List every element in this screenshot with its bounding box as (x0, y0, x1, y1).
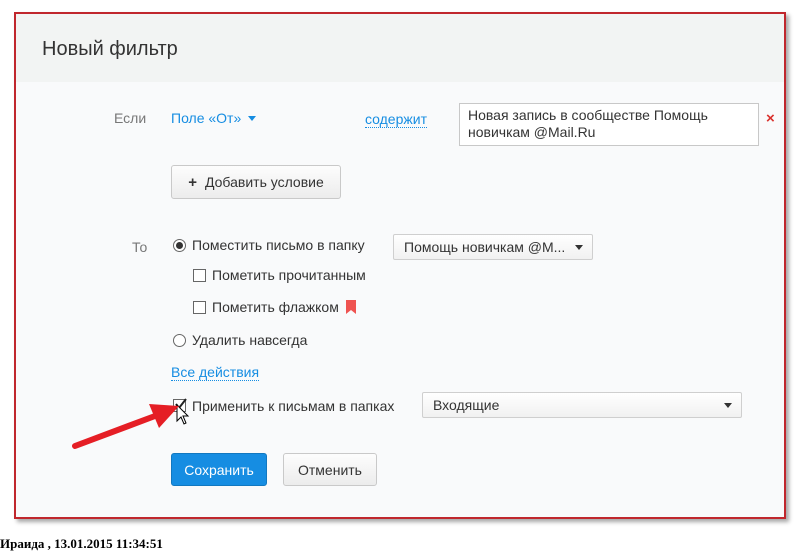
all-actions-link[interactable]: Все действия (171, 364, 260, 381)
add-condition-button[interactable]: + Добавить условие (171, 165, 341, 199)
delete-forever-radio[interactable] (173, 334, 186, 347)
chevron-down-icon (575, 245, 583, 250)
field-select[interactable]: Поле «От» (171, 110, 257, 126)
operator-link[interactable]: содержит (365, 111, 427, 128)
move-to-folder-radio[interactable] (173, 239, 186, 252)
add-condition-label: Добавить условие (205, 174, 324, 190)
save-button[interactable]: Сохранить (171, 453, 267, 486)
chevron-down-icon (724, 403, 732, 408)
plus-icon: + (188, 173, 197, 191)
annotation-arrow-icon (72, 404, 179, 449)
field-select-label: Поле «От» (171, 110, 242, 126)
dialog-title: Новый фильтр (42, 38, 178, 60)
cancel-button[interactable]: Отменить (283, 453, 377, 486)
flag-icon (346, 300, 356, 314)
move-to-folder-label: Поместить письмо в папку (192, 237, 365, 253)
apply-folder-select[interactable]: Входящие (422, 392, 742, 418)
to-label: То (132, 239, 148, 255)
caption: Ираида , 13.01.2015 11:34:51 (0, 536, 163, 551)
mark-read-checkbox[interactable] (193, 269, 206, 282)
condition-value-field[interactable]: Новая запись в сообществе Помощь новичка… (459, 103, 759, 146)
filter-dialog: Новый фильтр Если Поле «От» содержит Нов… (14, 12, 786, 519)
mark-read-label: Пометить прочитанным (212, 267, 366, 283)
if-label: Если (114, 110, 147, 126)
apply-folder-select-value: Входящие (433, 397, 500, 413)
folder-select[interactable]: Помощь новичкам @M... (393, 234, 593, 260)
remove-condition-icon[interactable]: × (766, 110, 775, 127)
mark-flag-checkbox[interactable] (193, 301, 206, 314)
folder-select-value: Помощь новичкам @M... (404, 239, 566, 255)
chevron-down-icon (248, 115, 257, 121)
apply-to-folders-label: Применить к письмам в папках (192, 398, 395, 414)
dialog-header: Новый фильтр (16, 14, 784, 82)
mark-flag-label: Пометить флажком (212, 299, 339, 315)
delete-forever-label: Удалить навсегда (192, 332, 308, 348)
